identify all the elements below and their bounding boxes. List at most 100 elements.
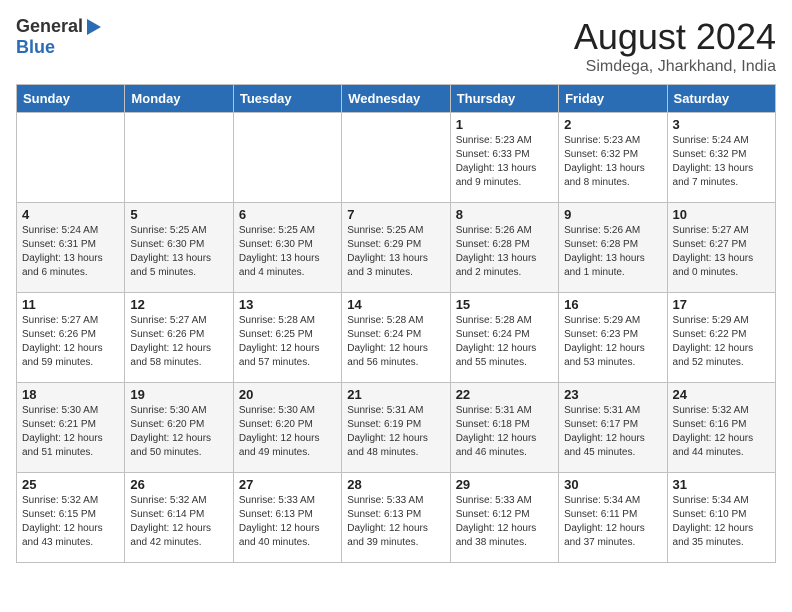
cell-details: Sunrise: 5:33 AM Sunset: 6:12 PM Dayligh… xyxy=(456,494,553,550)
logo: General Blue xyxy=(16,16,101,58)
day-number: 18 xyxy=(22,387,119,402)
col-header-saturday: Saturday xyxy=(667,85,775,113)
calendar-cell: 29 Sunrise: 5:33 AM Sunset: 6:12 PM Dayli… xyxy=(450,473,558,563)
cell-details: Sunrise: 5:30 AM Sunset: 6:21 PM Dayligh… xyxy=(22,404,119,460)
title-section: August 2024 Simdega, Jharkhand, India xyxy=(574,16,776,76)
cell-details: Sunrise: 5:26 AM Sunset: 6:28 PM Dayligh… xyxy=(564,224,661,280)
calendar-cell: 27 Sunrise: 5:33 AM Sunset: 6:13 PM Dayli… xyxy=(233,473,341,563)
day-number: 24 xyxy=(673,387,770,402)
day-number: 5 xyxy=(130,207,227,222)
calendar-cell: 8Sunrise: 5:26 AM Sunset: 6:28 PM Daylig… xyxy=(450,203,558,293)
day-number: 9 xyxy=(564,207,661,222)
calendar-cell: 5 Sunrise: 5:25 AM Sunset: 6:30 PM Daylig… xyxy=(125,203,233,293)
cell-details: Sunrise: 5:24 AM Sunset: 6:31 PM Dayligh… xyxy=(22,224,119,280)
cell-details: Sunrise: 5:31 AM Sunset: 6:19 PM Dayligh… xyxy=(347,404,444,460)
day-number: 2 xyxy=(564,117,661,132)
day-number: 28 xyxy=(347,477,444,492)
calendar-cell: 26 Sunrise: 5:32 AM Sunset: 6:14 PM Dayli… xyxy=(125,473,233,563)
calendar-cell: 25 Sunrise: 5:32 AM Sunset: 6:15 PM Dayli… xyxy=(17,473,125,563)
cell-details: Sunrise: 5:32 AM Sunset: 6:15 PM Dayligh… xyxy=(22,494,119,550)
week-row-2: 4 Sunrise: 5:24 AM Sunset: 6:31 PM Daylig… xyxy=(17,203,776,293)
calendar-cell: 11 Sunrise: 5:27 AM Sunset: 6:26 PM Dayli… xyxy=(17,293,125,383)
calendar-cell: 7 Sunrise: 5:25 AM Sunset: 6:29 PM Daylig… xyxy=(342,203,450,293)
calendar-cell xyxy=(233,113,341,203)
calendar-cell xyxy=(17,113,125,203)
cell-details: Sunrise: 5:23 AM Sunset: 6:32 PM Dayligh… xyxy=(564,134,661,190)
day-number: 27 xyxy=(239,477,336,492)
header: General Blue August 2024 Simdega, Jharkh… xyxy=(16,16,776,76)
day-number: 26 xyxy=(130,477,227,492)
cell-details: Sunrise: 5:23 AM Sunset: 6:33 PM Dayligh… xyxy=(456,134,553,190)
cell-details: Sunrise: 5:32 AM Sunset: 6:16 PM Dayligh… xyxy=(673,404,770,460)
calendar-table: SundayMondayTuesdayWednesdayThursdayFrid… xyxy=(16,84,776,563)
day-number: 30 xyxy=(564,477,661,492)
cell-details: Sunrise: 5:27 AM Sunset: 6:27 PM Dayligh… xyxy=(673,224,770,280)
cell-details: Sunrise: 5:25 AM Sunset: 6:29 PM Dayligh… xyxy=(347,224,444,280)
cell-details: Sunrise: 5:27 AM Sunset: 6:26 PM Dayligh… xyxy=(130,314,227,370)
day-number: 16 xyxy=(564,297,661,312)
calendar-cell: 9 Sunrise: 5:26 AM Sunset: 6:28 PM Daylig… xyxy=(559,203,667,293)
calendar-cell: 28Sunrise: 5:33 AM Sunset: 6:13 PM Dayli… xyxy=(342,473,450,563)
calendar-body: 1Sunrise: 5:23 AM Sunset: 6:33 PM Daylig… xyxy=(17,113,776,563)
day-number: 3 xyxy=(673,117,770,132)
calendar-cell xyxy=(342,113,450,203)
calendar-cell: 2 Sunrise: 5:23 AM Sunset: 6:32 PM Daylig… xyxy=(559,113,667,203)
day-number: 25 xyxy=(22,477,119,492)
calendar-cell: 13Sunrise: 5:28 AM Sunset: 6:25 PM Dayli… xyxy=(233,293,341,383)
day-number: 21 xyxy=(347,387,444,402)
cell-details: Sunrise: 5:24 AM Sunset: 6:32 PM Dayligh… xyxy=(673,134,770,190)
day-number: 12 xyxy=(130,297,227,312)
day-number: 29 xyxy=(456,477,553,492)
calendar-cell: 12 Sunrise: 5:27 AM Sunset: 6:26 PM Dayli… xyxy=(125,293,233,383)
calendar-cell xyxy=(125,113,233,203)
calendar-cell: 23Sunrise: 5:31 AM Sunset: 6:17 PM Dayli… xyxy=(559,383,667,473)
calendar-cell: 24 Sunrise: 5:32 AM Sunset: 6:16 PM Dayli… xyxy=(667,383,775,473)
cell-details: Sunrise: 5:30 AM Sunset: 6:20 PM Dayligh… xyxy=(239,404,336,460)
col-header-tuesday: Tuesday xyxy=(233,85,341,113)
cell-details: Sunrise: 5:34 AM Sunset: 6:10 PM Dayligh… xyxy=(673,494,770,550)
col-header-monday: Monday xyxy=(125,85,233,113)
calendar-cell: 16 Sunrise: 5:29 AM Sunset: 6:23 PM Dayli… xyxy=(559,293,667,383)
day-number: 19 xyxy=(130,387,227,402)
day-number: 17 xyxy=(673,297,770,312)
header-row: SundayMondayTuesdayWednesdayThursdayFrid… xyxy=(17,85,776,113)
day-number: 11 xyxy=(22,297,119,312)
location: Simdega, Jharkhand, India xyxy=(574,58,776,76)
cell-details: Sunrise: 5:34 AM Sunset: 6:11 PM Dayligh… xyxy=(564,494,661,550)
cell-details: Sunrise: 5:25 AM Sunset: 6:30 PM Dayligh… xyxy=(130,224,227,280)
cell-details: Sunrise: 5:28 AM Sunset: 6:24 PM Dayligh… xyxy=(347,314,444,370)
day-number: 14 xyxy=(347,297,444,312)
calendar-cell: 4 Sunrise: 5:24 AM Sunset: 6:31 PM Daylig… xyxy=(17,203,125,293)
col-header-sunday: Sunday xyxy=(17,85,125,113)
calendar-cell: 22Sunrise: 5:31 AM Sunset: 6:18 PM Dayli… xyxy=(450,383,558,473)
cell-details: Sunrise: 5:27 AM Sunset: 6:26 PM Dayligh… xyxy=(22,314,119,370)
cell-details: Sunrise: 5:31 AM Sunset: 6:18 PM Dayligh… xyxy=(456,404,553,460)
col-header-wednesday: Wednesday xyxy=(342,85,450,113)
calendar-cell: 19 Sunrise: 5:30 AM Sunset: 6:20 PM Dayli… xyxy=(125,383,233,473)
calendar-cell: 1Sunrise: 5:23 AM Sunset: 6:33 PM Daylig… xyxy=(450,113,558,203)
cell-details: Sunrise: 5:28 AM Sunset: 6:24 PM Dayligh… xyxy=(456,314,553,370)
week-row-5: 25 Sunrise: 5:32 AM Sunset: 6:15 PM Dayli… xyxy=(17,473,776,563)
day-number: 15 xyxy=(456,297,553,312)
day-number: 6 xyxy=(239,207,336,222)
day-number: 31 xyxy=(673,477,770,492)
day-number: 23 xyxy=(564,387,661,402)
week-row-3: 11 Sunrise: 5:27 AM Sunset: 6:26 PM Dayli… xyxy=(17,293,776,383)
logo-blue-text: Blue xyxy=(16,37,55,58)
calendar-cell: 17Sunrise: 5:29 AM Sunset: 6:22 PM Dayli… xyxy=(667,293,775,383)
cell-details: Sunrise: 5:29 AM Sunset: 6:23 PM Dayligh… xyxy=(564,314,661,370)
calendar-cell: 14 Sunrise: 5:28 AM Sunset: 6:24 PM Dayli… xyxy=(342,293,450,383)
col-header-friday: Friday xyxy=(559,85,667,113)
calendar-cell: 15 Sunrise: 5:28 AM Sunset: 6:24 PM Dayli… xyxy=(450,293,558,383)
calendar-cell: 3 Sunrise: 5:24 AM Sunset: 6:32 PM Daylig… xyxy=(667,113,775,203)
col-header-thursday: Thursday xyxy=(450,85,558,113)
calendar-cell: 18 Sunrise: 5:30 AM Sunset: 6:21 PM Dayli… xyxy=(17,383,125,473)
calendar-cell: 6Sunrise: 5:25 AM Sunset: 6:30 PM Daylig… xyxy=(233,203,341,293)
cell-details: Sunrise: 5:33 AM Sunset: 6:13 PM Dayligh… xyxy=(239,494,336,550)
cell-details: Sunrise: 5:30 AM Sunset: 6:20 PM Dayligh… xyxy=(130,404,227,460)
day-number: 4 xyxy=(22,207,119,222)
day-number: 20 xyxy=(239,387,336,402)
cell-details: Sunrise: 5:32 AM Sunset: 6:14 PM Dayligh… xyxy=(130,494,227,550)
day-number: 7 xyxy=(347,207,444,222)
month-year: August 2024 xyxy=(574,16,776,58)
